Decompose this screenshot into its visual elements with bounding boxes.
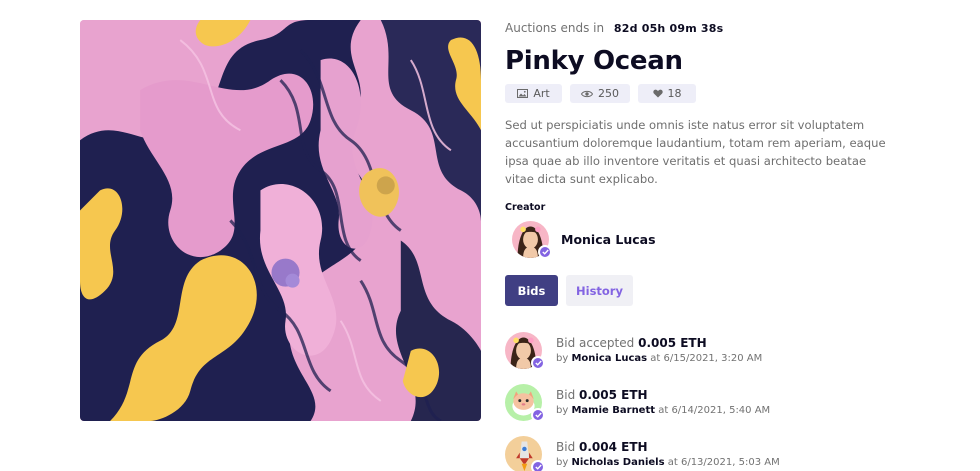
bids-list: Bid accepted 0.005 ETH by Monica Lucas a… (505, 324, 900, 471)
nft-artwork-image[interactable] (80, 20, 481, 421)
avatar[interactable] (505, 435, 545, 471)
bid-by-label: by (556, 404, 569, 416)
check-badge-icon (531, 459, 545, 471)
marble-artwork-graphic (80, 20, 481, 421)
item-description: Sed ut perspiciatis unde omnis iste natu… (505, 118, 886, 186)
item-meta-row: Art 250 18 (505, 84, 900, 103)
check-badge-icon (531, 355, 545, 370)
tab-history[interactable]: History (566, 275, 633, 306)
creator-name[interactable]: Monica Lucas (561, 232, 656, 247)
bid-summary: Bid accepted 0.005 ETH (556, 335, 762, 351)
bid-amount: 0.005 ETH (638, 335, 707, 350)
check-badge-icon (531, 407, 545, 422)
bid-meta: by Monica Lucas at 6/15/2021, 3:20 AM (556, 352, 762, 366)
list-item: Bid 0.005 ETH by Mamie Barnett at 6/14/2… (505, 376, 900, 428)
creator-label: Creator (505, 202, 546, 213)
check-badge-icon (538, 245, 552, 259)
bid-summary: Bid 0.004 ETH (556, 439, 780, 455)
bid-prefix: Bid (556, 439, 576, 454)
views-chip: 250 (570, 84, 630, 103)
likes-count: 18 (667, 87, 682, 100)
bid-timestamp: at 6/13/2021, 5:03 AM (667, 456, 780, 468)
category-chip[interactable]: Art (505, 84, 562, 103)
countdown-timer: 82d 05h 09m 38s (613, 22, 724, 35)
bid-meta: by Nicholas Daniels at 6/13/2021, 5:03 A… (556, 456, 780, 470)
list-item: Bid 0.004 ETH by Nicholas Daniels at 6/1… (505, 428, 900, 471)
image-icon (517, 89, 529, 98)
bidder-name[interactable]: Monica Lucas (571, 353, 647, 364)
bid-timestamp: at 6/14/2021, 5:40 AM (658, 404, 771, 416)
bid-prefix: Bid accepted (556, 335, 635, 350)
bid-by-label: by (556, 456, 569, 468)
bid-meta: by Mamie Barnett at 6/14/2021, 5:40 AM (556, 404, 770, 418)
avatar[interactable] (512, 221, 552, 259)
bidder-name[interactable]: Nicholas Daniels (571, 457, 664, 468)
list-item: Bid accepted 0.005 ETH by Monica Lucas a… (505, 324, 900, 376)
bid-summary: Bid 0.005 ETH (556, 387, 770, 403)
creator-profile[interactable]: Monica Lucas (512, 221, 900, 259)
heart-icon (652, 89, 663, 98)
bidder-name[interactable]: Mamie Barnett (571, 405, 655, 416)
auction-countdown: Auctions ends in 82d 05h 09m 38s (505, 18, 900, 38)
bid-amount: 0.005 ETH (579, 387, 648, 402)
item-details-panel: Auctions ends in 82d 05h 09m 38s Pinky O… (505, 18, 900, 471)
bid-prefix: Bid (556, 387, 576, 402)
bid-by-label: by (556, 352, 569, 364)
bid-timestamp: at 6/15/2021, 3:20 AM (650, 352, 763, 364)
eye-icon (581, 90, 593, 98)
likes-chip[interactable]: 18 (638, 84, 696, 103)
item-title: Pinky Ocean (505, 46, 683, 76)
bid-amount: 0.004 ETH (579, 439, 648, 454)
avatar[interactable] (505, 331, 545, 370)
avatar[interactable] (505, 383, 545, 422)
activity-tabs: Bids History (505, 275, 900, 306)
category-label: Art (533, 87, 550, 100)
countdown-label: Auctions ends in (505, 21, 605, 35)
views-count: 250 (598, 87, 619, 100)
tab-bids[interactable]: Bids (505, 275, 558, 306)
